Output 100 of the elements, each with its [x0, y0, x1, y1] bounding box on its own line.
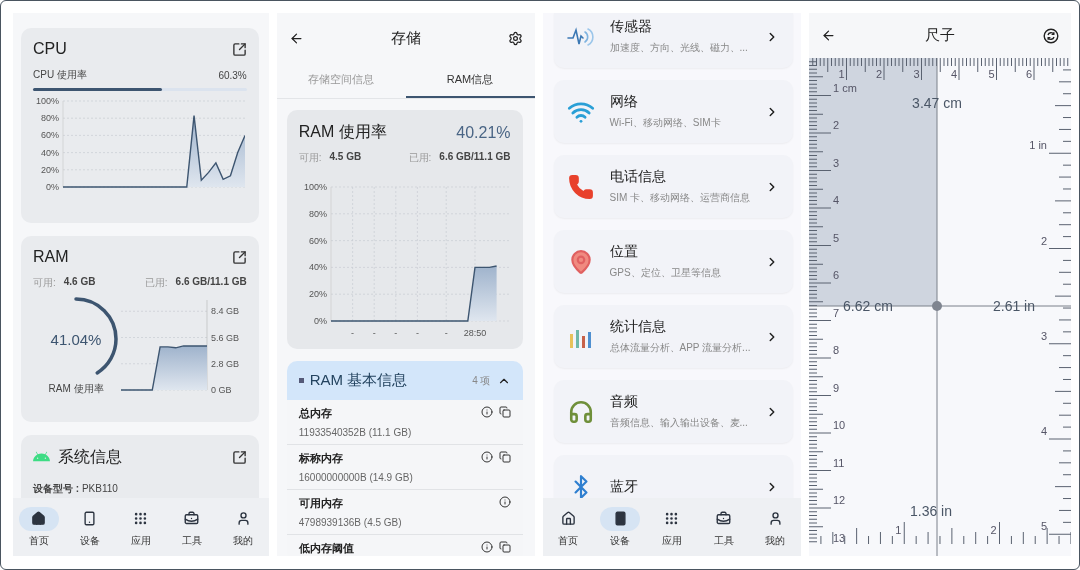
axis-label: 28:50 — [463, 328, 486, 338]
category-item[interactable]: 统计信息 总体流量分析、APP 流量分析... — [553, 305, 794, 368]
scale-label: 12 — [833, 494, 846, 506]
item-count: 4 项 — [472, 373, 491, 388]
nav-item[interactable]: 应用 — [120, 506, 161, 548]
used-value: 6.6 GB/11.1 GB — [439, 151, 511, 164]
axis-label: 100% — [303, 182, 327, 192]
axis-label: 100% — [35, 96, 59, 106]
screen-title: 尺子 — [924, 26, 955, 45]
square-bullet-icon — [298, 378, 304, 383]
axis-label: 8.4 GB — [211, 306, 239, 317]
axis-label: - — [350, 328, 354, 338]
scale-label: 8 — [833, 344, 840, 356]
scale-label: 4 — [1041, 425, 1048, 437]
device-model: 设备型号 : PKB110 — [33, 482, 119, 496]
ruler-canvas[interactable]: 1 2 3 4 5 6 1 cm 2 1 in 3 4 5 2 6 7 3 8 9 10 4 11 12 2 5 13 1 3.47 cm 6.62 cm 2.61 in 1.36 in — [809, 58, 1071, 556]
axis-label: 0% — [46, 182, 59, 192]
user-icon — [767, 511, 783, 526]
measurement-reading: 6.62 cm — [843, 298, 894, 314]
info-icon[interactable] — [480, 451, 493, 463]
scale-label: 3 — [833, 156, 840, 169]
available-label: 可用: — [33, 276, 56, 290]
info-value: 11933540352B (11.1 GB) — [298, 427, 412, 438]
item-title: 位置 — [609, 243, 639, 261]
category-item[interactable]: 音频 音频信息、输入输出设备、麦... — [553, 380, 794, 443]
scale-label: 1 cm — [833, 81, 858, 94]
item-title: 网络 — [609, 93, 639, 111]
axis-label: 80% — [41, 113, 59, 124]
scale-label: 3 — [913, 68, 920, 80]
scale-label: 2 — [990, 524, 997, 536]
nav-item[interactable]: 我的 — [223, 506, 264, 548]
card-title: RAM — [33, 248, 69, 266]
usage-percent: 40.21% — [456, 123, 511, 142]
item-subtitle: SIM 卡、移动网络、运营商信息 — [609, 191, 752, 205]
nav-item[interactable]: 工具 — [172, 506, 212, 548]
category-item[interactable]: 网络 Wi-Fi、移动网络、SIM卡 — [553, 80, 794, 143]
scale-label: 4 — [951, 68, 958, 80]
measurement-reading: 2.61 in — [993, 298, 1036, 314]
toolbox-icon — [184, 511, 200, 526]
scale-label: 9 — [833, 381, 840, 394]
item-title: 音频 — [609, 393, 639, 411]
open-external-icon[interactable] — [231, 41, 247, 57]
phone-device-icon — [82, 511, 98, 526]
info-icon[interactable] — [480, 541, 493, 553]
info-icon[interactable] — [498, 496, 511, 508]
axis-label: 20% — [308, 289, 327, 300]
axis-label: 0 GB — [211, 385, 232, 395]
scale-label: 2 — [833, 119, 840, 131]
gauge-label: RAM 使用率 — [48, 382, 104, 396]
tab[interactable]: RAM信息 — [405, 63, 535, 98]
copy-icon[interactable] — [498, 541, 511, 553]
item-subtitle: 音频信息、输入输出设备、麦... — [609, 416, 749, 430]
axis-label: 0% — [313, 316, 327, 326]
sync-icon[interactable] — [1043, 27, 1059, 44]
category-item[interactable]: 电话信息 SIM 卡、移动网络、运营商信息 — [553, 155, 794, 218]
nav-item[interactable]: 首页 — [548, 506, 589, 548]
back-icon[interactable] — [288, 30, 304, 46]
category-item[interactable]: 传感器 加速度、方向、光线、磁力、... — [553, 13, 794, 68]
axis-label: 60% — [41, 130, 59, 141]
card-title: CPU — [33, 40, 67, 58]
scale-label: 13 — [833, 531, 846, 544]
nav-item[interactable]: 工具 — [703, 506, 744, 548]
info-icon[interactable] — [480, 406, 493, 418]
phone-device-icon — [612, 511, 628, 526]
category-item[interactable]: 位置 GPS、定位、卫星等信息 — [553, 230, 794, 293]
scale-label: 5 — [833, 231, 840, 244]
available-value: 4.6 GB — [63, 276, 96, 289]
open-external-icon[interactable] — [231, 249, 247, 265]
gauge-reading: 41.04% — [50, 330, 102, 348]
item-title: 传感器 — [609, 18, 653, 36]
settings-icon[interactable] — [507, 30, 523, 46]
used-label: 已用: — [408, 151, 432, 165]
scale-label: 1 in — [1029, 139, 1048, 152]
axis-label: - — [372, 328, 376, 338]
measurement-reading: 3.47 cm — [912, 95, 963, 111]
nav-item[interactable]: 设备 — [69, 506, 110, 548]
item-subtitle: GPS、定位、卫星等信息 — [609, 266, 722, 280]
copy-icon[interactable] — [498, 451, 511, 463]
nav-item[interactable]: 我的 — [755, 506, 796, 548]
scale-label: 3 — [1041, 329, 1048, 342]
category-item[interactable]: 蓝牙 — [553, 455, 794, 498]
info-name: 总内存 — [298, 406, 333, 421]
measurement-reading: 1.36 in — [910, 503, 953, 519]
item-subtitle: 加速度、方向、光线、磁力、... — [609, 41, 749, 55]
user-icon — [235, 511, 251, 526]
scale-label: 1 — [838, 68, 845, 80]
grid-icon — [664, 511, 680, 526]
axis-label: 40% — [41, 147, 59, 158]
scale-label: 6 — [1026, 68, 1033, 80]
home-icon — [560, 511, 576, 526]
available-label: 可用: — [298, 151, 322, 165]
back-icon[interactable] — [821, 28, 837, 43]
item-subtitle: Wi-Fi、移动网络、SIM卡 — [609, 116, 722, 130]
nav-item[interactable]: 应用 — [651, 506, 692, 548]
scale-label: 4 — [833, 194, 840, 206]
crosshair-handle[interactable] — [932, 301, 943, 311]
scale-label: 7 — [833, 306, 840, 319]
copy-icon[interactable] — [498, 406, 511, 418]
info-name: 标称内存 — [298, 451, 344, 466]
open-external-icon[interactable] — [231, 450, 247, 465]
